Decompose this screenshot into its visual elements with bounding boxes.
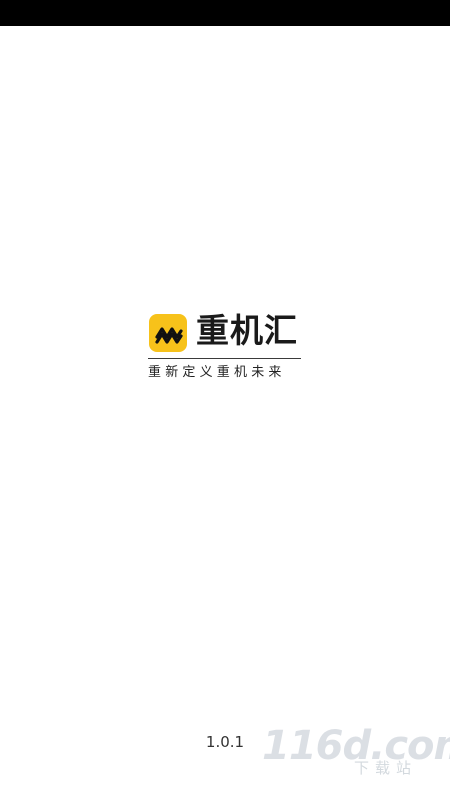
brand-tagline: 重新定义重机未来	[148, 365, 286, 380]
watermark: 116d.com 下载站	[262, 723, 450, 779]
brand-name: 重机汇	[196, 311, 298, 350]
watermark-sub: 下载站	[354, 759, 418, 777]
splash-logo: 重机汇 重新定义重机未来	[148, 311, 302, 385]
logo-icon	[149, 314, 187, 352]
brand-divider	[148, 358, 301, 359]
status-bar	[0, 0, 450, 26]
